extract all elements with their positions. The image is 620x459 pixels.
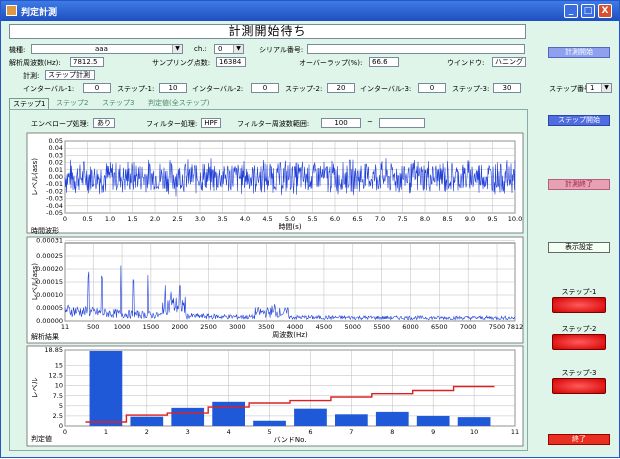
x-tick-label: 4.0 (240, 215, 250, 223)
x-tick-label: 0 (63, 215, 67, 223)
y-tick-label: 0.00010 (36, 291, 63, 299)
end-measure-button[interactable]: 計測終了 (548, 179, 610, 190)
x-tick-label: 8.0 (420, 215, 430, 223)
y-tick-label: 0.00005 (36, 304, 63, 312)
x-tick-label: 2 (145, 428, 149, 436)
x-axis-label: バンドNo. (274, 436, 307, 444)
x-tick-label: 4.5 (262, 215, 272, 223)
y-tick-label: 0.00020 (36, 265, 63, 273)
y-tick-label: 18.85 (44, 346, 63, 354)
x-tick-label: 5000 (345, 323, 362, 331)
x-tick-label: 7.5 (397, 215, 407, 223)
x-tick-label: 0 (63, 428, 67, 436)
bar (294, 408, 327, 426)
x-tick-label: 10 (470, 428, 478, 436)
x-tick-label: 5.5 (307, 215, 317, 223)
x-tick-label: 3 (186, 428, 190, 436)
y-tick-label: 0.00025 (36, 252, 63, 260)
step2-led-label: ステップ-2 (561, 325, 597, 333)
x-tick-label: 6.5 (352, 215, 362, 223)
bar (457, 417, 491, 426)
chart-title: 判定値 (31, 434, 52, 443)
y-tick-label: 2.5 (53, 412, 63, 420)
exit-button[interactable]: 終了 (548, 434, 610, 445)
x-tick-label: 3.0 (195, 215, 205, 223)
y-axis-label: レベル(ass) (31, 158, 39, 196)
x-tick-label: 4 (227, 428, 231, 436)
x-axis-label: 周波数(Hz) (272, 330, 308, 339)
display-settings-button[interactable]: 表示設定 (548, 242, 610, 253)
step3-led-label: ステップ-3 (561, 369, 597, 377)
x-tick-label: 1 (104, 428, 108, 436)
x-tick-label: 11 (61, 323, 69, 331)
y-axis-label: レベル (31, 378, 39, 399)
x-tick-label: 7 (349, 428, 353, 436)
x-tick-label: 6.0 (330, 215, 340, 223)
y-tick-label: 0.00000 (36, 317, 63, 325)
x-tick-label: 9.0 (465, 215, 475, 223)
x-tick-label: 5500 (373, 323, 390, 331)
x-tick-label: 6500 (431, 323, 448, 331)
bar (416, 415, 450, 426)
y-tick-label: 0.00031 (36, 236, 63, 244)
charts-svg: 0.050.040.030.020.010.00-0.01-0.02-0.03-… (26, 132, 524, 447)
y-tick-label: 10 (55, 382, 63, 390)
x-axis-label: 時間(s) (278, 223, 301, 231)
step1-led (552, 297, 606, 313)
y-tick-label: 0.00015 (36, 278, 63, 286)
y-tick-label: -0.05 (46, 209, 63, 217)
x-tick-label: 0.5 (82, 215, 92, 223)
x-tick-label: 2.5 (172, 215, 182, 223)
x-tick-label: 500 (87, 323, 99, 331)
window: 判定計測 _ □ X 計測開始待ち 機種: aaa ▼ ch.: 0 ▼ シリア… (0, 0, 620, 458)
y-tick-label: 7.5 (53, 392, 63, 400)
x-tick-label: 2.0 (150, 215, 160, 223)
x-tick-label: 5.0 (285, 215, 295, 223)
x-tick-label: 1000 (114, 323, 131, 331)
x-tick-label: 11 (511, 428, 519, 436)
x-tick-label: 3500 (258, 323, 275, 331)
bar (335, 414, 368, 426)
x-tick-label: 2500 (200, 323, 217, 331)
chart-title: 時間波形 (31, 226, 59, 235)
bar (375, 411, 409, 426)
step2-led (552, 334, 606, 350)
x-tick-label: 3000 (229, 323, 246, 331)
x-tick-label: 3.5 (217, 215, 227, 223)
step3-led (552, 378, 606, 394)
x-tick-label: 8.5 (442, 215, 452, 223)
x-tick-label: 2000 (171, 323, 188, 331)
x-tick-label: 1.0 (105, 215, 115, 223)
x-tick-label: 10.0 (508, 215, 522, 223)
x-tick-label: 9 (431, 428, 435, 436)
x-tick-label: 4000 (287, 323, 304, 331)
x-tick-label: 1500 (143, 323, 160, 331)
x-tick-label: 4500 (316, 323, 333, 331)
x-tick-label: 1.5 (127, 215, 137, 223)
y-axis-label: レベル(ass) (31, 263, 39, 301)
x-tick-label: 6000 (402, 323, 419, 331)
bar (171, 407, 205, 426)
x-tick-label: 7000 (460, 323, 477, 331)
bar (212, 401, 245, 426)
y-tick-label: 5 (59, 402, 63, 410)
y-tick-label: 12.5 (49, 372, 63, 380)
x-tick-label: 7500 (489, 323, 506, 331)
chart-title: 解析結果 (31, 332, 59, 341)
x-tick-label: 8 (390, 428, 394, 436)
bar (130, 416, 164, 426)
x-tick-label: 6 (308, 428, 312, 436)
x-tick-label: 5 (267, 428, 271, 436)
y-tick-label: 15 (55, 362, 63, 370)
step1-led-label: ステップ-1 (561, 288, 597, 296)
start-step-button[interactable]: ステップ開始 (548, 115, 610, 126)
x-tick-label: 7812 (507, 323, 524, 331)
bar (89, 351, 123, 426)
start-measure-button[interactable]: 計測開始 (548, 47, 610, 58)
x-tick-label: 9.5 (487, 215, 497, 223)
x-tick-label: 7.0 (375, 215, 385, 223)
bar (253, 420, 286, 426)
